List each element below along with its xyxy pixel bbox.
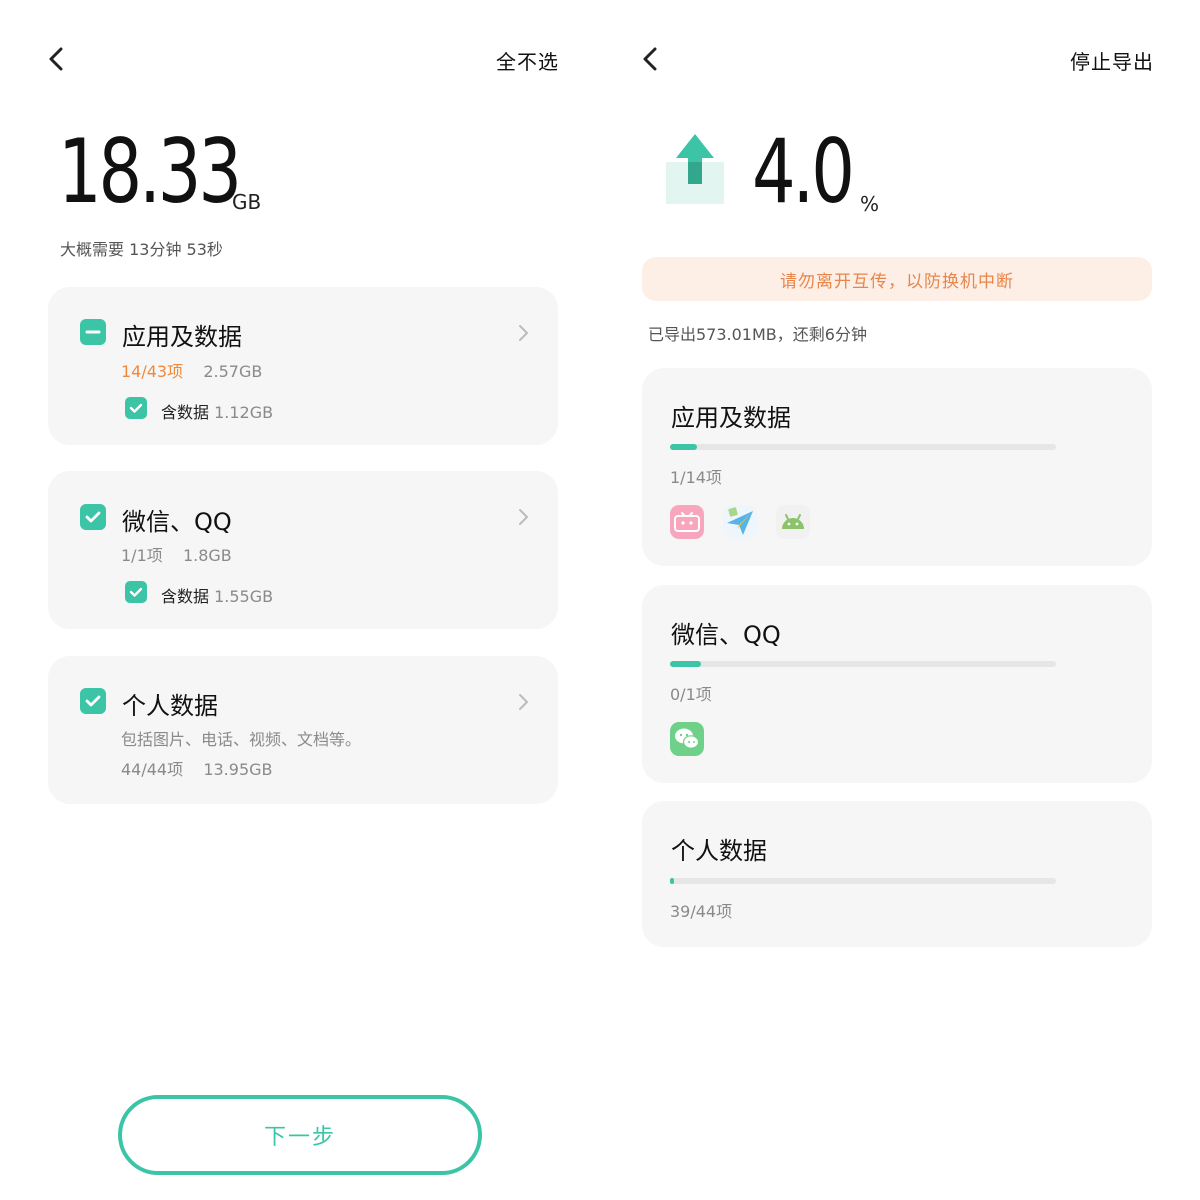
item-count: 39/44项 (670, 902, 733, 921)
paper-plane-icon (727, 507, 753, 535)
export-percent-value: 4.0 (752, 120, 855, 223)
card-meta: 14/43项 2.57GB (121, 358, 262, 382)
check-icon (129, 587, 143, 597)
card-title: 应用及数据 (122, 323, 242, 351)
checkbox[interactable] (80, 504, 106, 530)
export-status: 已导出573.01MB，还剩6分钟 (648, 325, 867, 344)
item-count: 1/14项 (670, 468, 722, 487)
card-title: 个人数据 (122, 692, 218, 720)
card-meta: 44/44项 13.95GB (121, 756, 273, 780)
wechat-icon (670, 722, 704, 756)
export-percent: 4.0 (752, 128, 862, 223)
check-icon (129, 403, 143, 413)
stop-export-button[interactable]: 停止导出 (1070, 46, 1154, 75)
selected-count: 1/1项 (121, 546, 163, 565)
back-button[interactable] (46, 47, 68, 71)
checkbox[interactable] (80, 688, 106, 714)
card-title: 应用及数据 (671, 404, 791, 432)
chevron-left-icon (49, 47, 63, 71)
check-icon (85, 695, 101, 707)
minus-icon (85, 330, 101, 334)
item-count: 0/1项 (670, 685, 712, 704)
progress-fill (670, 878, 674, 884)
include-size: 1.12GB (214, 403, 274, 422)
chevron-right-icon (519, 694, 528, 710)
category-card-apps[interactable]: 应用及数据 14/43项 2.57GB 含数据 1.12GB (48, 287, 558, 445)
paper-plane-app-icon (723, 505, 757, 539)
card-description: 包括图片、电话、视频、文档等。 (121, 730, 362, 749)
include-label: 含数据 (161, 403, 210, 422)
android-app-icon (776, 505, 810, 539)
include-data-label: 含数据 1.12GB (161, 399, 273, 423)
chevron-right-icon (519, 509, 528, 525)
selected-size: 13.95GB (203, 760, 273, 779)
include-data-label: 含数据 1.55GB (161, 583, 273, 607)
include-data-checkbox[interactable] (125, 397, 147, 419)
category-card-wechat-qq[interactable]: 微信、QQ 1/1项 1.8GB 含数据 1.55GB (48, 471, 558, 629)
progress-bar (670, 878, 1056, 884)
card-title: 微信、QQ (122, 508, 232, 536)
bilibili-icon (670, 505, 704, 539)
card-title: 微信、QQ (671, 621, 781, 649)
export-card-apps: 应用及数据 1/14项 (642, 368, 1152, 566)
include-label: 含数据 (161, 587, 210, 606)
warning-banner: 请勿离开互传，以防换机中断 (642, 257, 1152, 301)
android-icon (782, 514, 804, 529)
chevron-left-icon (643, 47, 657, 71)
deselect-all-button[interactable]: 全不选 (496, 46, 559, 75)
card-meta: 1/1项 1.8GB (121, 542, 232, 566)
selected-size: 1.8GB (182, 546, 232, 565)
partial-checkbox[interactable] (80, 319, 106, 345)
progress-fill (670, 661, 701, 667)
progress-bar (670, 444, 1056, 450)
include-size: 1.55GB (214, 587, 274, 606)
category-card-personal-data[interactable]: 个人数据 包括图片、电话、视频、文档等。 44/44项 13.95GB (48, 656, 558, 804)
selected-count: 44/44项 (121, 760, 184, 779)
back-button[interactable] (640, 47, 662, 71)
bilibili-tv-glyph (674, 512, 700, 532)
total-size-value: 18.33 (58, 120, 242, 223)
next-step-button[interactable]: 下一步 (118, 1095, 482, 1175)
include-data-checkbox[interactable] (125, 581, 147, 603)
selected-count: 14/43项 (121, 362, 184, 381)
selected-size: 2.57GB (203, 362, 263, 381)
export-percent-unit: % (860, 192, 880, 216)
wechat-bubbles-icon (675, 728, 700, 749)
progress-bar (670, 661, 1056, 667)
export-card-wechat-qq: 微信、QQ 0/1项 (642, 585, 1152, 783)
check-icon (85, 511, 101, 523)
upload-arrow-icon (666, 134, 724, 204)
total-size: 18.33 (58, 128, 258, 223)
progress-fill (670, 444, 698, 450)
export-card-personal-data: 个人数据 39/44项 (642, 801, 1152, 947)
card-title: 个人数据 (671, 837, 767, 865)
chevron-right-icon (519, 325, 528, 341)
time-estimate: 大概需要 13分钟 53秒 (60, 240, 223, 259)
total-size-unit: GB (232, 190, 262, 214)
